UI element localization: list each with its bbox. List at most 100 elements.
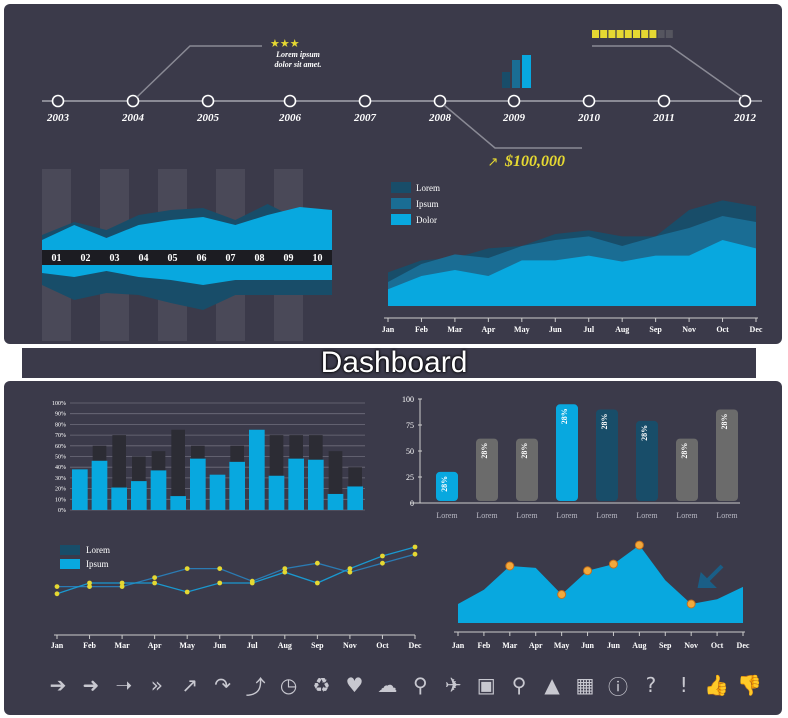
x-tick-label: Lorem xyxy=(436,511,458,520)
cloud-icon: ☁ xyxy=(377,673,398,697)
timeline-year-label: 2011 xyxy=(652,112,674,124)
x-tick-label: Aug xyxy=(632,641,646,650)
legend-swatch xyxy=(391,198,411,209)
bar xyxy=(288,458,304,510)
x-tick-label: Nov xyxy=(684,641,698,650)
line-point xyxy=(152,580,158,586)
x-tick-label: Jun xyxy=(581,641,594,650)
x-tick-label: Aug xyxy=(278,641,292,650)
graduation-cap-icon: ▲ xyxy=(544,673,560,697)
legend-label: Ipsum xyxy=(86,559,109,569)
timeline-year-label: 2010 xyxy=(577,112,601,124)
double-chevron-icon: » xyxy=(150,673,163,697)
progress-segment xyxy=(616,30,624,38)
recycle-icon: ♻ xyxy=(312,673,331,697)
bar xyxy=(150,470,167,510)
area-marker xyxy=(505,561,515,571)
money-arrow: ↗ xyxy=(488,155,499,170)
timeline-year-label: 2004 xyxy=(121,112,145,124)
x-tick-label: Mar xyxy=(447,325,463,334)
area-marker xyxy=(634,540,644,550)
bar xyxy=(229,461,245,510)
line-point xyxy=(380,553,385,559)
thumbs-down-icon: 👎 xyxy=(737,673,763,697)
column-value-label: 28% xyxy=(600,413,609,429)
column-value-label: 28% xyxy=(640,425,649,441)
timeline-node xyxy=(358,94,372,108)
category-label: 10 xyxy=(313,253,323,264)
progress-segment xyxy=(657,30,665,38)
category-label: 03 xyxy=(110,253,120,264)
timeline-node xyxy=(507,94,521,108)
column-value-label: 28% xyxy=(480,443,489,459)
timeline-year-label: 2005 xyxy=(196,112,220,124)
rating-stars: ★★★ xyxy=(270,38,300,50)
bar xyxy=(190,458,206,510)
y-tick-label: 30% xyxy=(55,476,66,482)
x-tick-label: Lorem xyxy=(516,511,538,520)
x-tick-label: May xyxy=(179,641,195,650)
category-label: 09 xyxy=(284,253,294,264)
calculator-icon: ▦ xyxy=(575,673,595,697)
line-point xyxy=(184,589,190,595)
x-tick-label: Lorem xyxy=(476,511,498,520)
arrow-right-bold-icon: ➜ xyxy=(82,673,100,697)
legend-swatch xyxy=(60,559,80,569)
money-value: $100,000 xyxy=(504,153,565,170)
icon-row: ➔ ➜ ➝ » ↗ ↷ ⤴ ◷ ♻ ♥ ☁ ⚲ ✈ ▣ ⚲ ▲ ▦ ⓘ?! 👍 👎 xyxy=(44,668,764,702)
heart-icon: ♥ xyxy=(345,673,364,697)
area-marker xyxy=(686,599,696,609)
category-label: 06 xyxy=(197,253,207,264)
line-point xyxy=(314,580,320,586)
timeline-year-label: 2006 xyxy=(278,112,302,124)
line-point xyxy=(152,575,158,580)
arrow-diagonal-icon: ↗ xyxy=(181,673,199,697)
column-value-label: 28% xyxy=(680,443,689,459)
x-tick-label: Lorem xyxy=(556,511,578,520)
x-tick-label: Dec xyxy=(737,641,750,650)
category-label: 02 xyxy=(81,253,91,264)
x-tick-label: May xyxy=(514,325,530,334)
x-tick-label: May xyxy=(554,641,570,650)
category-label: 07 xyxy=(226,253,236,264)
y-tick-label: 100 xyxy=(402,395,414,404)
x-tick-label: Mar xyxy=(115,641,131,650)
search-icon: ⚲ xyxy=(412,673,428,697)
x-tick-label: Lorem xyxy=(636,511,658,520)
y-tick-label: 50% xyxy=(55,455,66,461)
bar xyxy=(327,493,344,510)
line-point xyxy=(87,580,92,586)
bar xyxy=(308,459,324,510)
line-series-lorem xyxy=(57,553,416,588)
y-tick-label: 20% xyxy=(55,487,66,493)
legend-label: Dolor xyxy=(416,215,437,225)
bar xyxy=(91,460,108,510)
callout-line-2012 xyxy=(592,45,743,98)
x-tick-label: Apr xyxy=(529,641,543,650)
progress-segment xyxy=(633,30,640,38)
y-tick-label: 10% xyxy=(55,497,66,503)
category-label: 05 xyxy=(168,253,178,264)
info-icon: ⓘ xyxy=(607,674,628,699)
x-tick-label: Jan xyxy=(452,641,465,650)
bar xyxy=(131,481,147,510)
line-point xyxy=(249,580,255,586)
x-tick-label: Feb xyxy=(83,641,96,650)
bicycle-icon: ⚲ xyxy=(511,673,527,697)
category-label: 04 xyxy=(139,253,149,264)
x-tick-label: Feb xyxy=(477,641,490,650)
callout-text: dolor sit amet. xyxy=(275,60,322,69)
column-value-label: 28% xyxy=(520,443,529,459)
line-point xyxy=(314,560,320,566)
x-tick-label: Jun xyxy=(213,641,226,650)
progress-segment xyxy=(600,30,608,38)
callout-text: Lorem ipsum xyxy=(275,50,320,59)
airplane-icon: ✈ xyxy=(444,673,462,697)
timeline-year-label: 2008 xyxy=(428,112,452,124)
x-tick-label: Sep xyxy=(659,641,672,650)
bus-icon: ▣ xyxy=(476,673,496,697)
bar xyxy=(170,496,186,510)
line-point xyxy=(184,566,190,571)
x-tick-label: Dec xyxy=(409,641,422,650)
timeline-year-label: 2012 xyxy=(733,112,757,124)
